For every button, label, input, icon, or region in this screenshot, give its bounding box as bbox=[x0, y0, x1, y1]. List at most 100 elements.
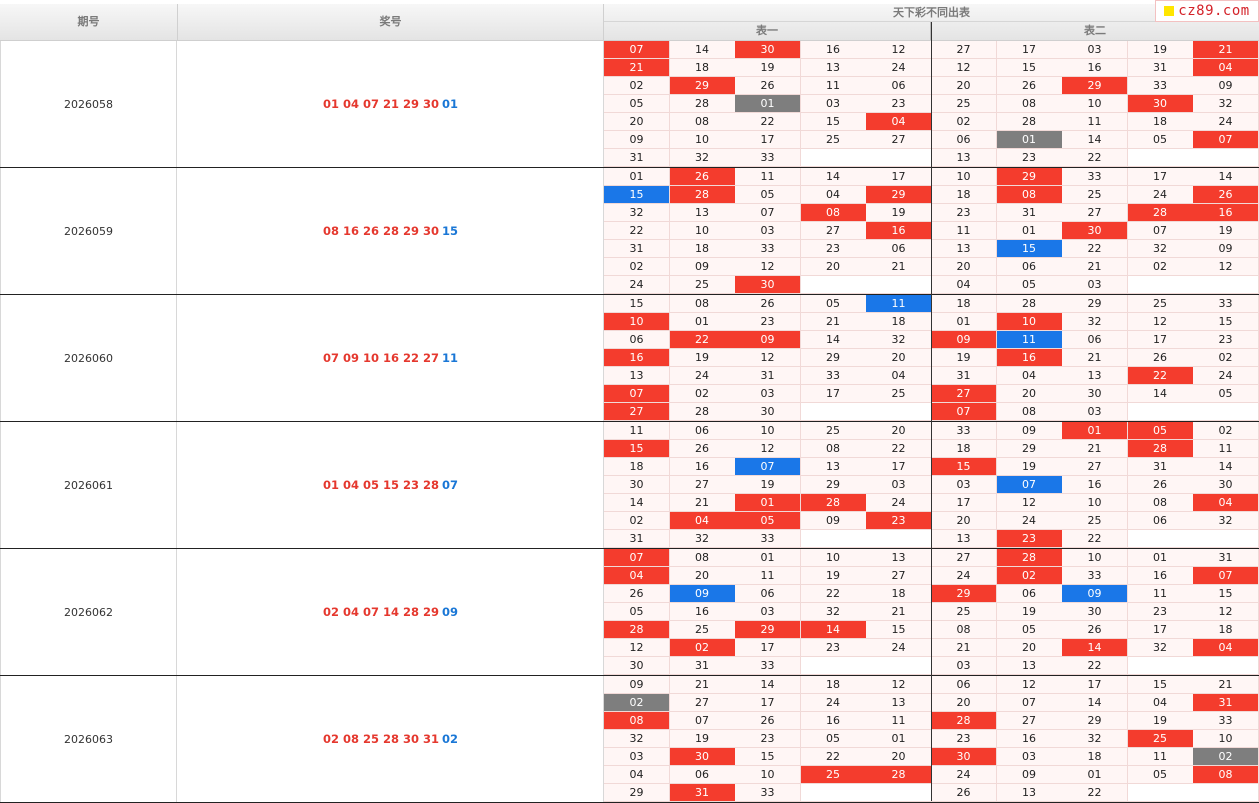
table1-cell: 15 bbox=[604, 440, 670, 458]
table1-cell bbox=[866, 784, 932, 802]
table2-cell: 15 bbox=[1193, 585, 1259, 603]
table1-cell: 10 bbox=[669, 222, 736, 240]
table2-cell: 06 bbox=[1127, 512, 1194, 530]
table1-cell: 12 bbox=[866, 676, 932, 694]
header-period: 期号 bbox=[0, 4, 178, 40]
table2-cell: 05 bbox=[996, 621, 1063, 639]
table2-cell: 15 bbox=[1127, 676, 1194, 694]
table2-cell: 21 bbox=[1062, 440, 1128, 458]
table1-cell: 28 bbox=[669, 95, 736, 113]
table1-cell: 18 bbox=[800, 676, 867, 694]
table2-cell: 03 bbox=[1062, 276, 1128, 294]
blue-number: 15 bbox=[442, 224, 459, 238]
table2-cell: 22 bbox=[1062, 149, 1128, 167]
table2-cell: 30 bbox=[1062, 222, 1128, 240]
table2-cell: 14 bbox=[1193, 168, 1259, 186]
table2-cell: 04 bbox=[1127, 694, 1194, 712]
table2-cell: 10 bbox=[1062, 95, 1128, 113]
table2-cell: 26 bbox=[1127, 349, 1194, 367]
table1-cell: 28 bbox=[866, 766, 932, 784]
table2-cell: 23 bbox=[996, 530, 1063, 548]
table1-cell: 22 bbox=[866, 440, 932, 458]
table1-cell: 30 bbox=[669, 748, 736, 766]
table2-cell: 16 bbox=[1062, 59, 1128, 77]
table1-cell: 16 bbox=[800, 41, 867, 59]
period-cell: 2026058 bbox=[0, 41, 177, 167]
table2-cell: 06 bbox=[931, 131, 997, 149]
table2-cell: 27 bbox=[931, 549, 997, 567]
table2-cell: 11 bbox=[931, 222, 997, 240]
table1-cell: 05 bbox=[735, 512, 801, 530]
table1-cell: 32 bbox=[866, 331, 932, 349]
table2-cell: 12 bbox=[1127, 313, 1194, 331]
table2-cell: 06 bbox=[1062, 331, 1128, 349]
table2-cell: 04 bbox=[931, 276, 997, 294]
table2-cell: 26 bbox=[1062, 621, 1128, 639]
table1-cell: 21 bbox=[604, 59, 670, 77]
period-cell: 2026062 bbox=[0, 549, 177, 675]
table1-cell: 20 bbox=[866, 422, 932, 440]
table2-cell: 17 bbox=[931, 494, 997, 512]
table1-cell: 31 bbox=[604, 149, 670, 167]
table2-cell: 21 bbox=[1193, 676, 1259, 694]
table1-cell: 01 bbox=[735, 95, 801, 113]
blue-number: 11 bbox=[442, 351, 459, 365]
table1-cell: 30 bbox=[604, 657, 670, 675]
table1-cell: 21 bbox=[866, 258, 932, 276]
table-header: 期号 奖号 天下彩不同出表 表一 表二 bbox=[0, 4, 1259, 41]
table1-cell: 12 bbox=[735, 349, 801, 367]
table1-cell: 16 bbox=[669, 603, 736, 621]
table1-cell: 31 bbox=[669, 657, 736, 675]
table1-cell: 21 bbox=[669, 494, 736, 512]
table1-cell: 33 bbox=[735, 784, 801, 802]
table1-cell: 17 bbox=[866, 458, 932, 476]
table2-cell: 29 bbox=[1062, 712, 1128, 730]
table1-cell: 21 bbox=[866, 603, 932, 621]
table1-cell: 03 bbox=[735, 385, 801, 403]
table2-cell: 19 bbox=[996, 458, 1063, 476]
table2-cell bbox=[1127, 657, 1194, 675]
table1-cell: 13 bbox=[669, 204, 736, 222]
table2-cell: 13 bbox=[996, 657, 1063, 675]
table2-cell: 10 bbox=[931, 168, 997, 186]
table1-cell: 11 bbox=[735, 567, 801, 585]
table2-cell: 14 bbox=[1062, 639, 1128, 657]
table1-cell: 30 bbox=[735, 276, 801, 294]
header-table2: 表二 bbox=[1084, 24, 1106, 37]
table2-cell: 17 bbox=[1062, 676, 1128, 694]
table1-cell: 05 bbox=[800, 295, 867, 313]
table1-cell: 04 bbox=[866, 367, 932, 385]
table1-cell: 14 bbox=[800, 168, 867, 186]
table2-cell: 01 bbox=[931, 313, 997, 331]
table2-cell: 32 bbox=[1062, 730, 1128, 748]
table1-cell: 28 bbox=[669, 186, 736, 204]
red-numbers: 07 09 10 16 22 27 bbox=[322, 351, 440, 365]
table2-cell: 19 bbox=[1127, 712, 1194, 730]
table1-cell: 24 bbox=[866, 639, 932, 657]
table2-cell: 22 bbox=[1062, 657, 1128, 675]
table1-cell: 03 bbox=[735, 603, 801, 621]
table1-cell: 31 bbox=[669, 784, 736, 802]
draw-row: 2026058 01 04 07 21 29 30 01 07 14 30 16 12 21 18… bbox=[0, 41, 1259, 168]
table1-cell: 06 bbox=[604, 331, 670, 349]
table2-cell: 23 bbox=[1193, 331, 1259, 349]
table2-cell: 24 bbox=[996, 512, 1063, 530]
table2-cell: 31 bbox=[1127, 458, 1194, 476]
table1-cell: 14 bbox=[800, 331, 867, 349]
table1-cell: 25 bbox=[800, 766, 867, 784]
blue-number: 01 bbox=[442, 97, 459, 111]
table2-cell: 03 bbox=[1062, 403, 1128, 421]
table2-cell: 24 bbox=[1127, 186, 1194, 204]
table2-cell: 32 bbox=[1062, 313, 1128, 331]
table1-cell: 19 bbox=[669, 349, 736, 367]
table1-cell: 17 bbox=[735, 639, 801, 657]
site-logo[interactable]: cz89.com bbox=[1155, 0, 1259, 22]
table1-cell bbox=[800, 530, 867, 548]
table2-cell: 29 bbox=[931, 585, 997, 603]
table1-cell: 02 bbox=[604, 694, 670, 712]
table1-cell: 14 bbox=[669, 41, 736, 59]
table2-cell: 07 bbox=[996, 476, 1063, 494]
table2-cell: 06 bbox=[931, 676, 997, 694]
table2-cell: 28 bbox=[996, 295, 1063, 313]
blue-number: 09 bbox=[442, 605, 459, 619]
